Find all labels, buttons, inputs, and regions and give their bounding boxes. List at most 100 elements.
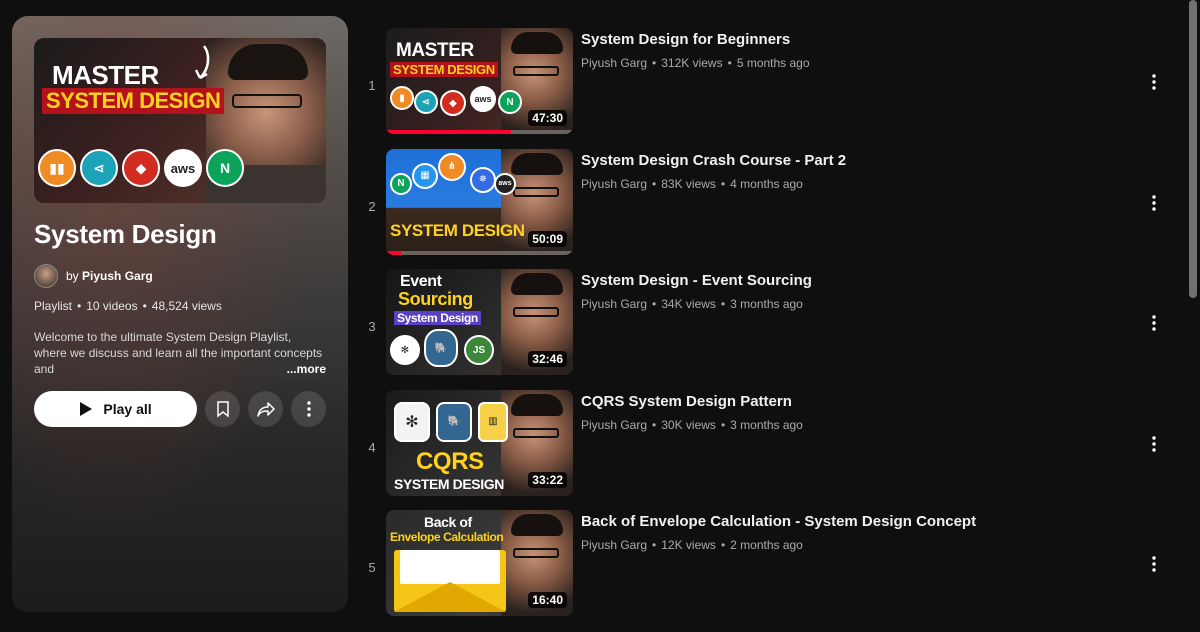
thumbnail-text: Sourcing — [398, 289, 473, 309]
view-count: 30K views — [661, 417, 716, 432]
upload-age: 3 months ago — [730, 297, 803, 311]
nginx-icon: N — [498, 90, 522, 114]
playlist-video-row[interactable]: 2 N ▦ ⋔ ✵ aws SYSTEM DESIGN 50:09 System… — [358, 148, 1168, 270]
playlist-video-row[interactable]: 3 Event Sourcing System Design ✻ 🐘 JS 32… — [358, 269, 1168, 390]
playlist-thumbnail[interactable]: MASTER SYSTEM DESIGN ▮▮ ⋖ ◆ aws N — [34, 38, 326, 203]
view-count: 12K views — [661, 538, 716, 552]
thumbnail-text: System Design — [394, 311, 481, 325]
channel-name[interactable]: Piyush Garg — [581, 177, 647, 191]
video-index: 4 — [368, 439, 376, 455]
video-thumbnail[interactable]: ✻ 🐘 ▥ CQRS SYSTEM DESIGN 33:22 — [386, 389, 573, 496]
channel-name[interactable]: Piyush Garg — [581, 418, 647, 432]
more-vertical-icon — [1152, 315, 1156, 331]
video-thumbnail[interactable]: MASTER SYSTEM DESIGN ▮ ⋖ ◆ aws N 47:30 — [386, 28, 573, 134]
playlist-description[interactable]: Welcome to the ultimate System Design Pl… — [34, 329, 326, 377]
aws-icon: aws — [164, 149, 202, 187]
play-all-label: Play all — [103, 401, 152, 417]
view-count: 83K views — [661, 176, 716, 191]
playlist-video-row[interactable]: 4 ✻ 🐘 ▥ CQRS SYSTEM DESIGN 33:22 CQRS Sy… — [358, 389, 1168, 511]
video-title[interactable]: System Design for Beginners — [581, 30, 810, 50]
share-button[interactable] — [248, 391, 284, 427]
more-vertical-icon — [1152, 74, 1156, 90]
video-duration: 47:30 — [528, 110, 567, 126]
upload-age: 4 months ago — [730, 176, 803, 191]
nodejs-icon: JS — [464, 335, 494, 365]
nginx-icon: N — [390, 172, 412, 195]
redis-icon: ◆ — [122, 149, 160, 187]
more-actions-button[interactable] — [291, 391, 326, 427]
page-scrollbar[interactable] — [1186, 0, 1200, 632]
video-title[interactable]: CQRS System Design Pattern — [581, 392, 803, 412]
video-thumbnail[interactable]: N ▦ ⋔ ✵ aws SYSTEM DESIGN 50:09 — [386, 148, 573, 255]
video-meta: Piyush Garg • 34K views • 3 months ago — [581, 297, 803, 311]
owner-name[interactable]: Piyush Garg — [82, 269, 153, 283]
thumbnail-text: CQRS — [416, 447, 484, 475]
video-title[interactable]: System Design Crash Course - Part 2 — [581, 151, 846, 171]
more-vertical-icon — [1152, 194, 1156, 211]
video-meta: Piyush Garg • 12K views • 2 months ago — [581, 538, 803, 552]
bookmark-icon — [216, 401, 229, 418]
channel-name[interactable]: Piyush Garg — [581, 538, 647, 552]
kafka-icon: ✻ — [390, 335, 420, 365]
video-menu-button[interactable] — [1142, 311, 1166, 335]
video-title[interactable]: System Design - Event Sourcing — [581, 271, 812, 291]
upload-age: 5 months ago — [736, 56, 810, 70]
channel-name[interactable]: Piyush Garg — [581, 56, 647, 70]
video-index: 3 — [368, 319, 376, 334]
scrollbar-thumb[interactable] — [1189, 0, 1197, 298]
video-menu-button[interactable] — [1142, 191, 1166, 215]
video-index: 1 — [368, 78, 376, 93]
nginx-icon: N — [206, 149, 244, 187]
thumbnail-subheading: SYSTEM DESIGN — [42, 88, 225, 114]
more-link[interactable]: ...more — [262, 361, 326, 377]
kubernetes-icon: ✵ — [470, 166, 496, 193]
play-icon — [80, 402, 93, 416]
thumbnail-text: SYSTEM DESIGN — [390, 62, 498, 77]
video-title[interactable]: Back of Envelope Calculation - System De… — [581, 512, 976, 532]
video-menu-button[interactable] — [1142, 552, 1166, 576]
rabbitmq-icon: ▮▮ — [38, 149, 76, 187]
playlist-type: Playlist — [34, 299, 73, 313]
envelope-icon — [394, 550, 506, 612]
rabbitmq-icon: ▮ — [390, 86, 414, 110]
upload-age: 3 months ago — [730, 417, 803, 432]
video-info: System Design - Event Sourcing Piyush Ga… — [581, 269, 812, 311]
video-duration: 33:22 — [528, 471, 567, 488]
video-info: System Design Crash Course - Part 2 Piyu… — [581, 149, 846, 191]
save-playlist-button[interactable] — [205, 391, 241, 427]
aws-icon: aws — [494, 172, 516, 195]
playlist-owner[interactable]: by Piyush Garg — [34, 264, 326, 288]
thumbnail-text: SYSTEM DESIGN — [390, 220, 525, 240]
video-index: 2 — [368, 198, 376, 214]
watch-progress-bar — [386, 250, 401, 255]
watch-progress-bar — [386, 130, 512, 134]
upload-age: 2 months ago — [730, 538, 803, 552]
more-vertical-icon — [1152, 435, 1156, 452]
video-thumbnail[interactable]: Event Sourcing System Design ✻ 🐘 JS 32:4… — [386, 269, 573, 375]
video-duration: 50:09 — [528, 230, 567, 247]
view-count: 34K views — [661, 297, 716, 311]
video-menu-button[interactable] — [1142, 70, 1166, 94]
postgres-icon: 🐘 — [436, 401, 472, 442]
video-meta: Piyush Garg • 312K views • 5 months ago — [581, 56, 810, 70]
playlist-actions: Play all — [34, 391, 326, 427]
playlist-meta: Playlist • 10 videos • 48,524 views — [34, 299, 222, 313]
tech-logos: ▮▮ ⋖ ◆ aws N — [38, 149, 244, 187]
video-info: CQRS System Design Pattern Piyush Garg • … — [581, 390, 803, 432]
playlist-title: System Design — [34, 219, 217, 249]
video-menu-button[interactable] — [1142, 432, 1166, 456]
share-icon — [256, 402, 275, 417]
load-balancer-icon: ⋔ — [438, 152, 466, 181]
channel-name[interactable]: Piyush Garg — [581, 297, 647, 311]
database-icon: ▥ — [478, 401, 508, 442]
playlist-video-row[interactable]: 1 MASTER SYSTEM DESIGN ▮ ⋖ ◆ aws N 47:30… — [358, 28, 1168, 149]
thumbnail-text: MASTER — [396, 40, 474, 61]
playlist-header-panel: MASTER SYSTEM DESIGN ▮▮ ⋖ ◆ aws N System… — [12, 16, 348, 612]
video-info: System Design for Beginners Piyush Garg •… — [581, 28, 810, 70]
video-info: Back of Envelope Calculation - System De… — [581, 510, 976, 552]
avatar[interactable] — [34, 264, 58, 288]
view-count: 312K views — [661, 56, 723, 70]
video-thumbnail[interactable]: Back of Envelope Calculation 16:40 — [386, 510, 573, 616]
playlist-video-row[interactable]: 5 Back of Envelope Calculation 16:40 Bac… — [358, 510, 1168, 631]
play-all-button[interactable]: Play all — [34, 391, 198, 427]
